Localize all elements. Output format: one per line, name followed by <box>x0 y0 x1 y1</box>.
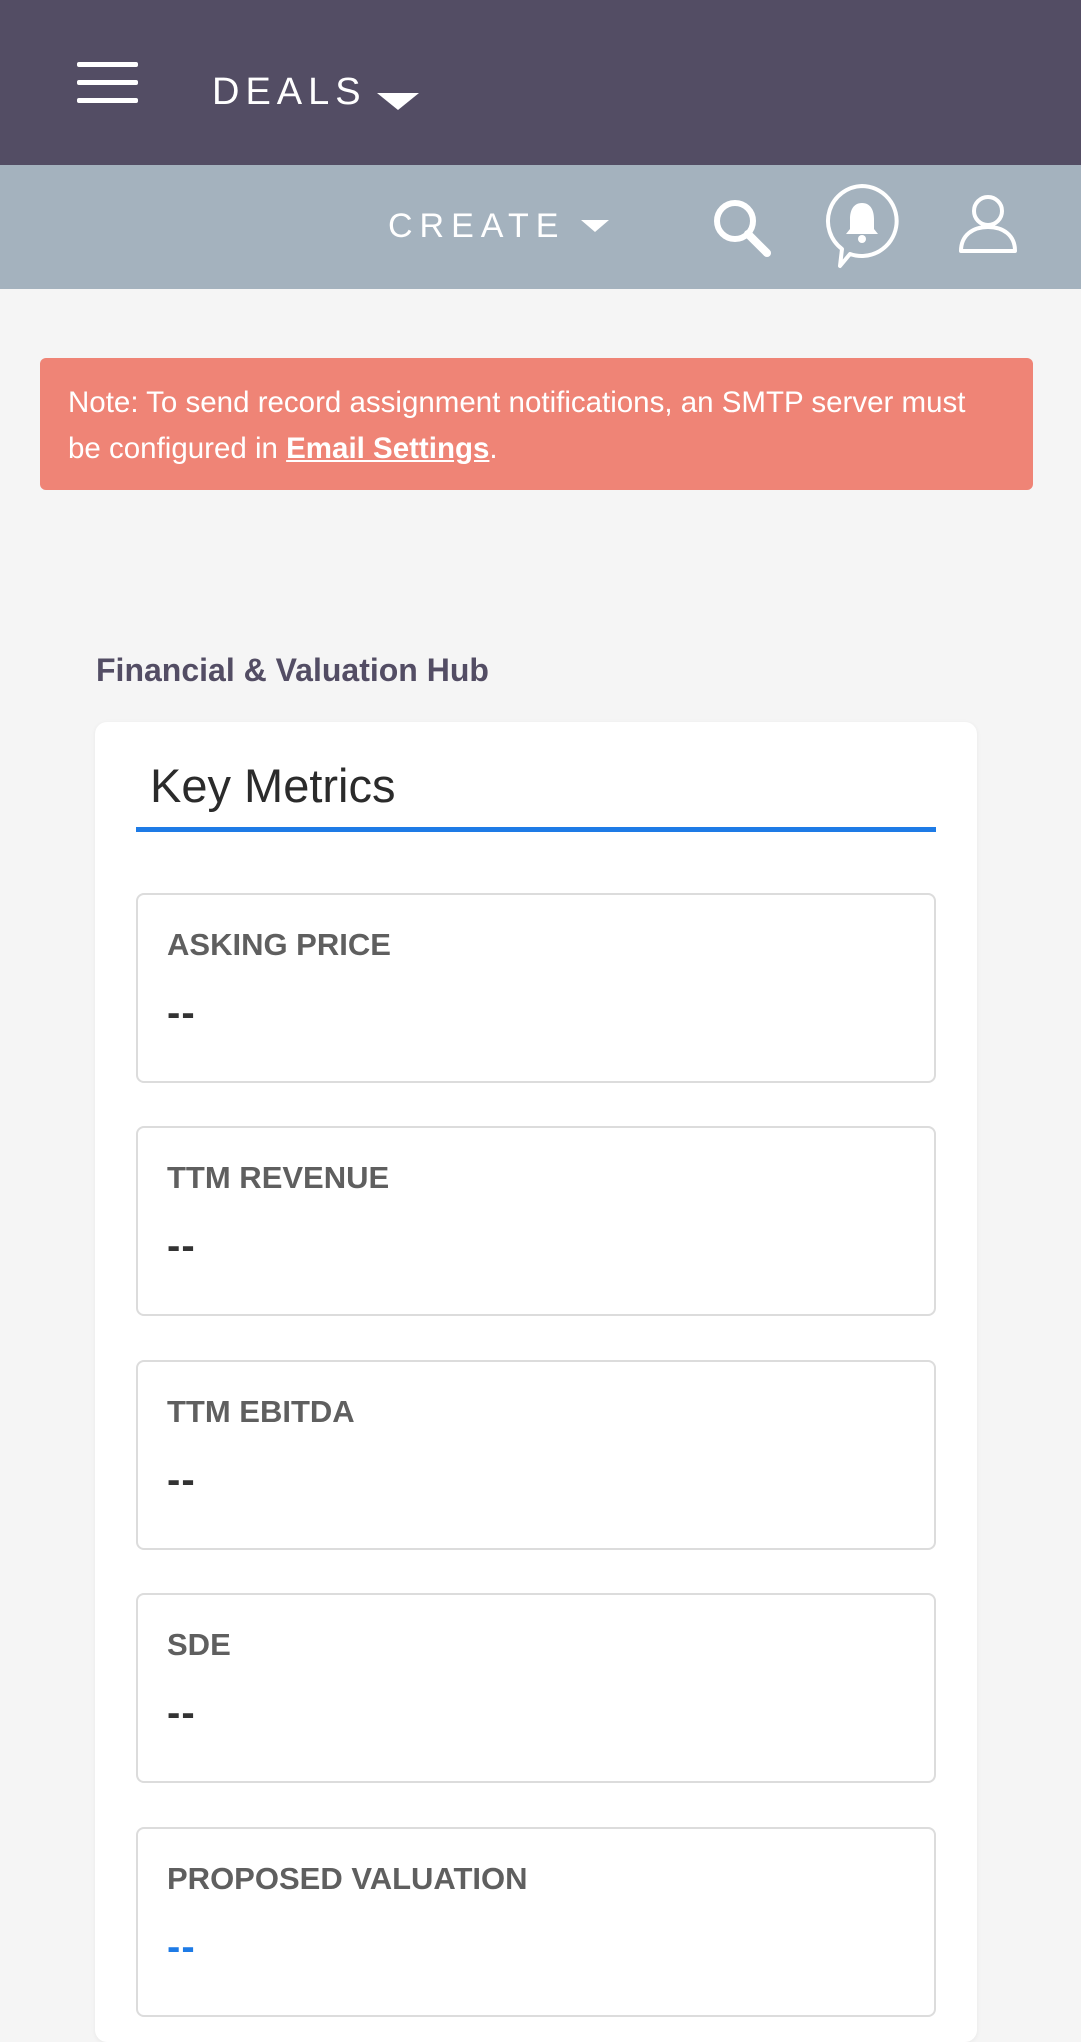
field-label: ASKING PRICE <box>167 927 391 962</box>
top-navigation-bar: DEALS <box>0 0 1081 165</box>
asking-price-field: ASKING PRICE -- <box>136 893 936 1083</box>
ttm-ebitda-field: TTM EBITDA -- <box>136 1360 936 1550</box>
sde-field: SDE -- <box>136 1593 936 1783</box>
key-metrics-panel: Key Metrics ASKING PRICE -- TTM REVENUE … <box>95 722 977 2042</box>
caret-down-icon <box>376 92 419 110</box>
ttm-ebitda-value[interactable]: -- <box>167 1458 196 1503</box>
sde-value[interactable]: -- <box>167 1691 196 1736</box>
tab-label: Key Metrics <box>150 759 396 812</box>
field-label: TTM REVENUE <box>167 1160 390 1195</box>
field-label: PROPOSED VALUATION <box>167 1861 528 1896</box>
field-label: TTM EBITDA <box>167 1394 355 1429</box>
alert-text-end: . <box>489 432 498 465</box>
ttm-revenue-field: TTM REVENUE -- <box>136 1126 936 1316</box>
search-icon[interactable] <box>709 195 773 259</box>
module-menu-label: DEALS <box>212 70 367 113</box>
create-dropdown[interactable]: CREATE <box>388 195 610 257</box>
field-label: SDE <box>167 1627 231 1662</box>
hub-title: Financial & Valuation Hub <box>96 652 489 688</box>
email-settings-link[interactable]: Email Settings <box>286 432 489 465</box>
action-bar: CREATE <box>0 165 1081 289</box>
hamburger-icon[interactable] <box>77 62 138 104</box>
tab-key-metrics[interactable]: Key Metrics <box>136 758 936 832</box>
asking-price-value[interactable]: -- <box>167 991 196 1036</box>
bell-icon[interactable] <box>822 181 902 271</box>
create-label: CREATE <box>388 206 566 245</box>
caret-down-icon <box>581 220 610 232</box>
alert-text: Note: To send record assignment notifica… <box>68 386 966 465</box>
smtp-warning-alert: Note: To send record assignment notifica… <box>40 358 1033 490</box>
proposed-valuation-value[interactable]: -- <box>167 1925 196 1970</box>
ttm-revenue-value[interactable]: -- <box>167 1224 196 1269</box>
proposed-valuation-field: PROPOSED VALUATION -- <box>136 1827 936 2017</box>
user-icon[interactable] <box>956 191 1020 255</box>
module-menu-dropdown[interactable]: DEALS <box>212 64 419 120</box>
